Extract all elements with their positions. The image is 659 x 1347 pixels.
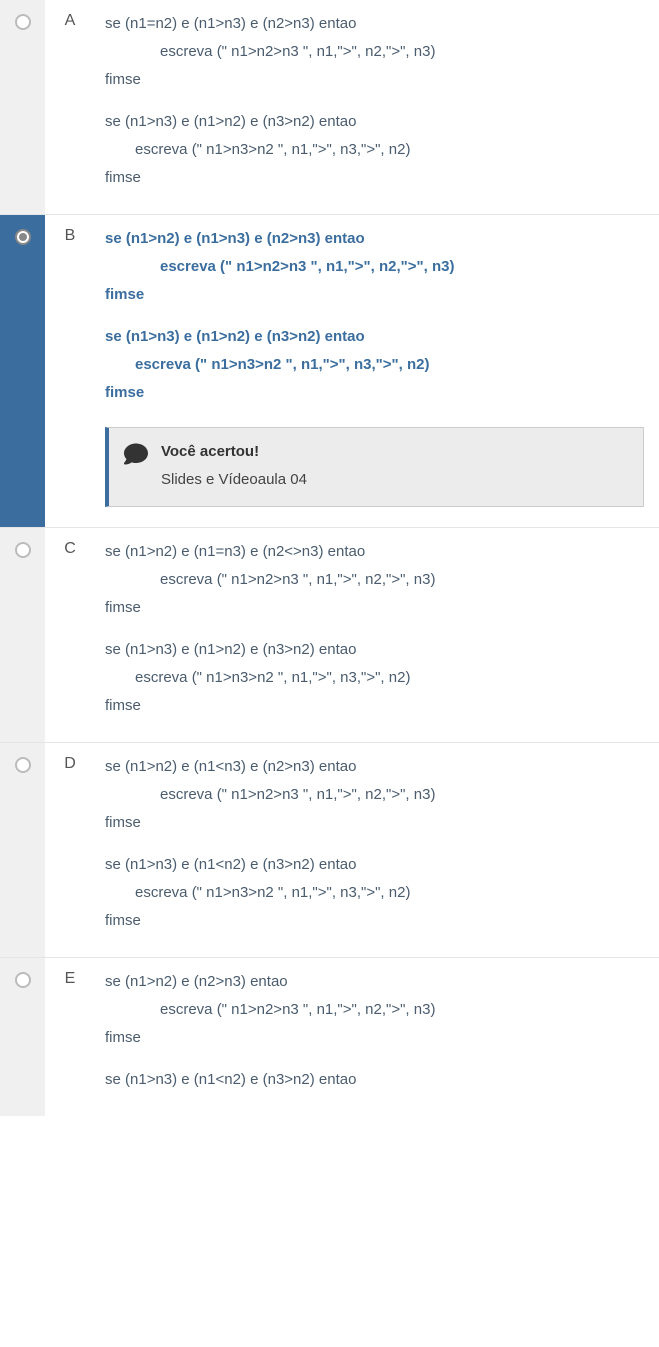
code-line: se (n1>n2) e (n1=n3) e (n2<>n3) entao bbox=[105, 540, 644, 564]
code-line: escreva (" n1>n2>n3 ", n1,">", n2,">", n… bbox=[105, 568, 644, 592]
code-line: fimse bbox=[105, 811, 644, 835]
option-content: se (n1>n2) e (n2>n3) entao escreva (" n1>… bbox=[95, 958, 659, 1116]
block-gap bbox=[105, 96, 644, 110]
block-gap bbox=[105, 839, 644, 853]
feedback-title: Você acertou! bbox=[161, 440, 307, 464]
feedback-subtitle: Slides e Vídeoaula 04 bbox=[161, 468, 307, 492]
radio-button[interactable] bbox=[15, 542, 31, 558]
code-block: se (n1>n2) e (n1<n3) e (n2>n3) entao escr… bbox=[105, 755, 644, 933]
option-row-a[interactable]: Ase (n1=n2) e (n1>n3) e (n2>n3) entao esc… bbox=[0, 0, 659, 214]
quiz-options: Ase (n1=n2) e (n1>n3) e (n2>n3) entao esc… bbox=[0, 0, 659, 1116]
option-letter: B bbox=[45, 215, 95, 527]
radio-col[interactable] bbox=[0, 743, 45, 957]
radio-button[interactable] bbox=[15, 229, 31, 245]
code-line: escreva (" n1>n2>n3 ", n1,">", n2,">", n… bbox=[105, 40, 644, 64]
code-line: fimse bbox=[105, 694, 644, 718]
code-line: escreva (" n1>n2>n3 ", n1,">", n2,">", n… bbox=[105, 783, 644, 807]
code-line: fimse bbox=[105, 909, 644, 933]
code-line: se (n1>n3) e (n1>n2) e (n3>n2) entao bbox=[105, 638, 644, 662]
option-content: se (n1=n2) e (n1>n3) e (n2>n3) entao escr… bbox=[95, 0, 659, 214]
option-row-b[interactable]: Bse (n1>n2) e (n1>n3) e (n2>n3) entao esc… bbox=[0, 214, 659, 527]
radio-inner-dot bbox=[19, 233, 27, 241]
block-gap bbox=[105, 311, 644, 325]
code-line: se (n1=n2) e (n1>n3) e (n2>n3) entao bbox=[105, 12, 644, 36]
code-line: escreva (" n1>n2>n3 ", n1,">", n2,">", n… bbox=[105, 255, 644, 279]
code-line: fimse bbox=[105, 283, 644, 307]
option-row-d[interactable]: Dse (n1>n2) e (n1<n3) e (n2>n3) entao esc… bbox=[0, 742, 659, 957]
code-line: fimse bbox=[105, 381, 644, 405]
option-content: se (n1>n2) e (n1<n3) e (n2>n3) entao escr… bbox=[95, 743, 659, 957]
radio-button[interactable] bbox=[15, 972, 31, 988]
radio-col[interactable] bbox=[0, 0, 45, 214]
code-block: se (n1>n2) e (n1>n3) e (n2>n3) entao escr… bbox=[105, 227, 644, 405]
radio-button[interactable] bbox=[15, 757, 31, 773]
radio-col[interactable] bbox=[0, 215, 45, 527]
radio-col[interactable] bbox=[0, 528, 45, 742]
option-content: se (n1>n2) e (n1=n3) e (n2<>n3) entao esc… bbox=[95, 528, 659, 742]
code-line: fimse bbox=[105, 596, 644, 620]
feedback-text: Você acertou! Slides e Vídeoaula 04 bbox=[161, 440, 307, 492]
code-line: fimse bbox=[105, 68, 644, 92]
code-line: escreva (" n1>n3>n2 ", n1,">", n3,">", n… bbox=[105, 666, 644, 690]
feedback-box: Você acertou! Slides e Vídeoaula 04 bbox=[105, 427, 644, 507]
block-gap bbox=[105, 1054, 644, 1068]
code-line: fimse bbox=[105, 1026, 644, 1050]
block-gap bbox=[105, 624, 644, 638]
code-block: se (n1>n2) e (n2>n3) entao escreva (" n1>… bbox=[105, 970, 644, 1092]
code-line: se (n1>n3) e (n1<n2) e (n3>n2) entao bbox=[105, 853, 644, 877]
code-block: se (n1>n2) e (n1=n3) e (n2<>n3) entao esc… bbox=[105, 540, 644, 718]
option-content: se (n1>n2) e (n1>n3) e (n2>n3) entao escr… bbox=[95, 215, 659, 527]
code-line: se (n1>n3) e (n1>n2) e (n3>n2) entao bbox=[105, 325, 644, 349]
code-line: escreva (" n1>n2>n3 ", n1,">", n2,">", n… bbox=[105, 998, 644, 1022]
code-line: se (n1>n3) e (n1<n2) e (n3>n2) entao bbox=[105, 1068, 644, 1092]
code-line: se (n1>n2) e (n1>n3) e (n2>n3) entao bbox=[105, 227, 644, 251]
option-row-c[interactable]: Cse (n1>n2) e (n1=n3) e (n2<>n3) entao es… bbox=[0, 527, 659, 742]
option-letter: E bbox=[45, 958, 95, 1116]
comment-icon bbox=[123, 442, 149, 466]
code-line: se (n1>n2) e (n1<n3) e (n2>n3) entao bbox=[105, 755, 644, 779]
option-letter: A bbox=[45, 0, 95, 214]
radio-button[interactable] bbox=[15, 14, 31, 30]
option-row-e[interactable]: Ese (n1>n2) e (n2>n3) entao escreva (" n1… bbox=[0, 957, 659, 1116]
code-block: se (n1=n2) e (n1>n3) e (n2>n3) entao escr… bbox=[105, 12, 644, 190]
code-line: se (n1>n2) e (n2>n3) entao bbox=[105, 970, 644, 994]
code-line: escreva (" n1>n3>n2 ", n1,">", n3,">", n… bbox=[105, 881, 644, 905]
code-line: escreva (" n1>n3>n2 ", n1,">", n3,">", n… bbox=[105, 353, 644, 377]
code-line: escreva (" n1>n3>n2 ", n1,">", n3,">", n… bbox=[105, 138, 644, 162]
option-letter: D bbox=[45, 743, 95, 957]
radio-col[interactable] bbox=[0, 958, 45, 1116]
code-line: se (n1>n3) e (n1>n2) e (n3>n2) entao bbox=[105, 110, 644, 134]
code-line: fimse bbox=[105, 166, 644, 190]
option-letter: C bbox=[45, 528, 95, 742]
